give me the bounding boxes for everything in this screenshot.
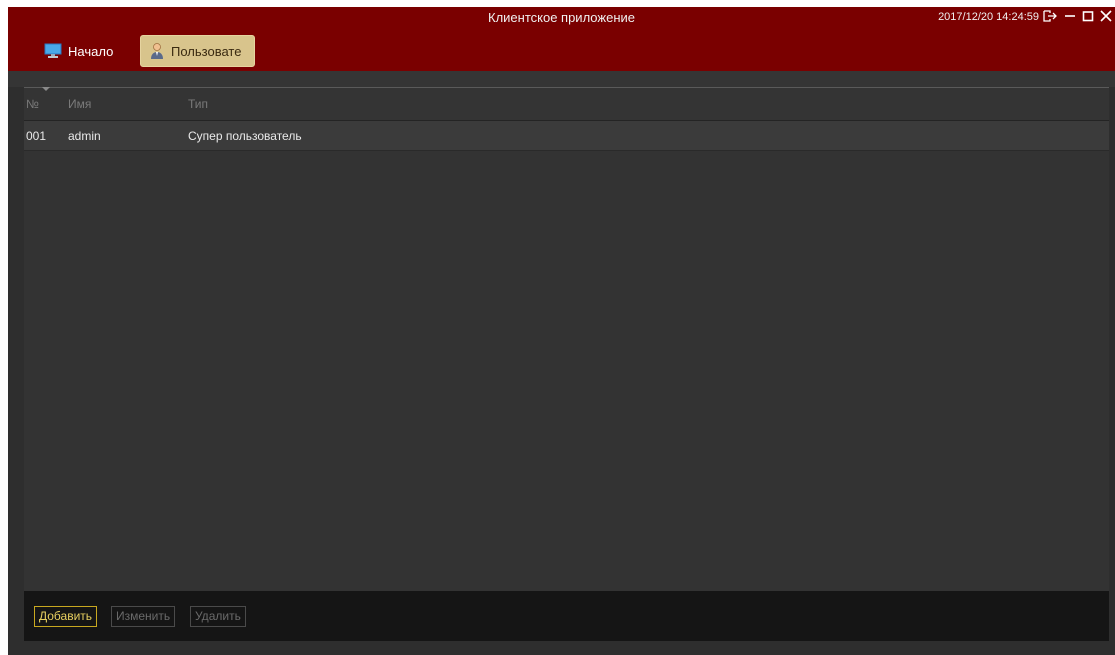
table-header: № Имя Тип	[24, 87, 1109, 121]
cell-type: Супер пользователь	[188, 129, 302, 143]
sort-indicator-icon[interactable]	[42, 87, 50, 91]
edit-button[interactable]: Изменить	[111, 606, 176, 627]
table-row[interactable]: 001 admin Супер пользователь	[24, 121, 1109, 151]
monitor-icon	[44, 43, 62, 59]
add-button[interactable]: Добавить	[34, 606, 98, 627]
user-icon	[149, 42, 165, 60]
tab-users[interactable]: Пользовате	[140, 35, 255, 67]
column-header-number[interactable]: №	[26, 97, 39, 111]
datetime-display: 2017/12/20 14:24:59	[938, 11, 1039, 23]
minimize-button[interactable]	[1061, 7, 1079, 25]
logout-button[interactable]	[1041, 7, 1059, 25]
maximize-icon	[1082, 10, 1094, 22]
close-button[interactable]	[1097, 7, 1115, 25]
users-table: № Имя Тип 001 admin Супер пользователь	[24, 87, 1109, 597]
maximize-button[interactable]	[1079, 7, 1097, 25]
title-bar: Клиентское приложение 2017/12/20 14:24:5…	[8, 7, 1115, 71]
close-icon	[1100, 10, 1112, 22]
cell-name: admin	[68, 129, 101, 143]
tab-users-label: Пользовате	[171, 43, 242, 59]
app-window: Клиентское приложение 2017/12/20 14:24:5…	[8, 7, 1115, 655]
toolbar-spacer	[8, 71, 1115, 87]
column-header-name[interactable]: Имя	[68, 97, 91, 111]
minimize-icon	[1064, 10, 1076, 22]
logout-icon	[1043, 10, 1057, 22]
action-bar: Добавить Изменить Удалить	[24, 591, 1109, 641]
delete-button[interactable]: Удалить	[190, 606, 246, 627]
cell-number: 001	[26, 129, 47, 143]
tab-home-label: Начало	[68, 43, 114, 59]
column-header-type[interactable]: Тип	[188, 97, 208, 111]
tab-home[interactable]: Начало	[36, 35, 121, 67]
